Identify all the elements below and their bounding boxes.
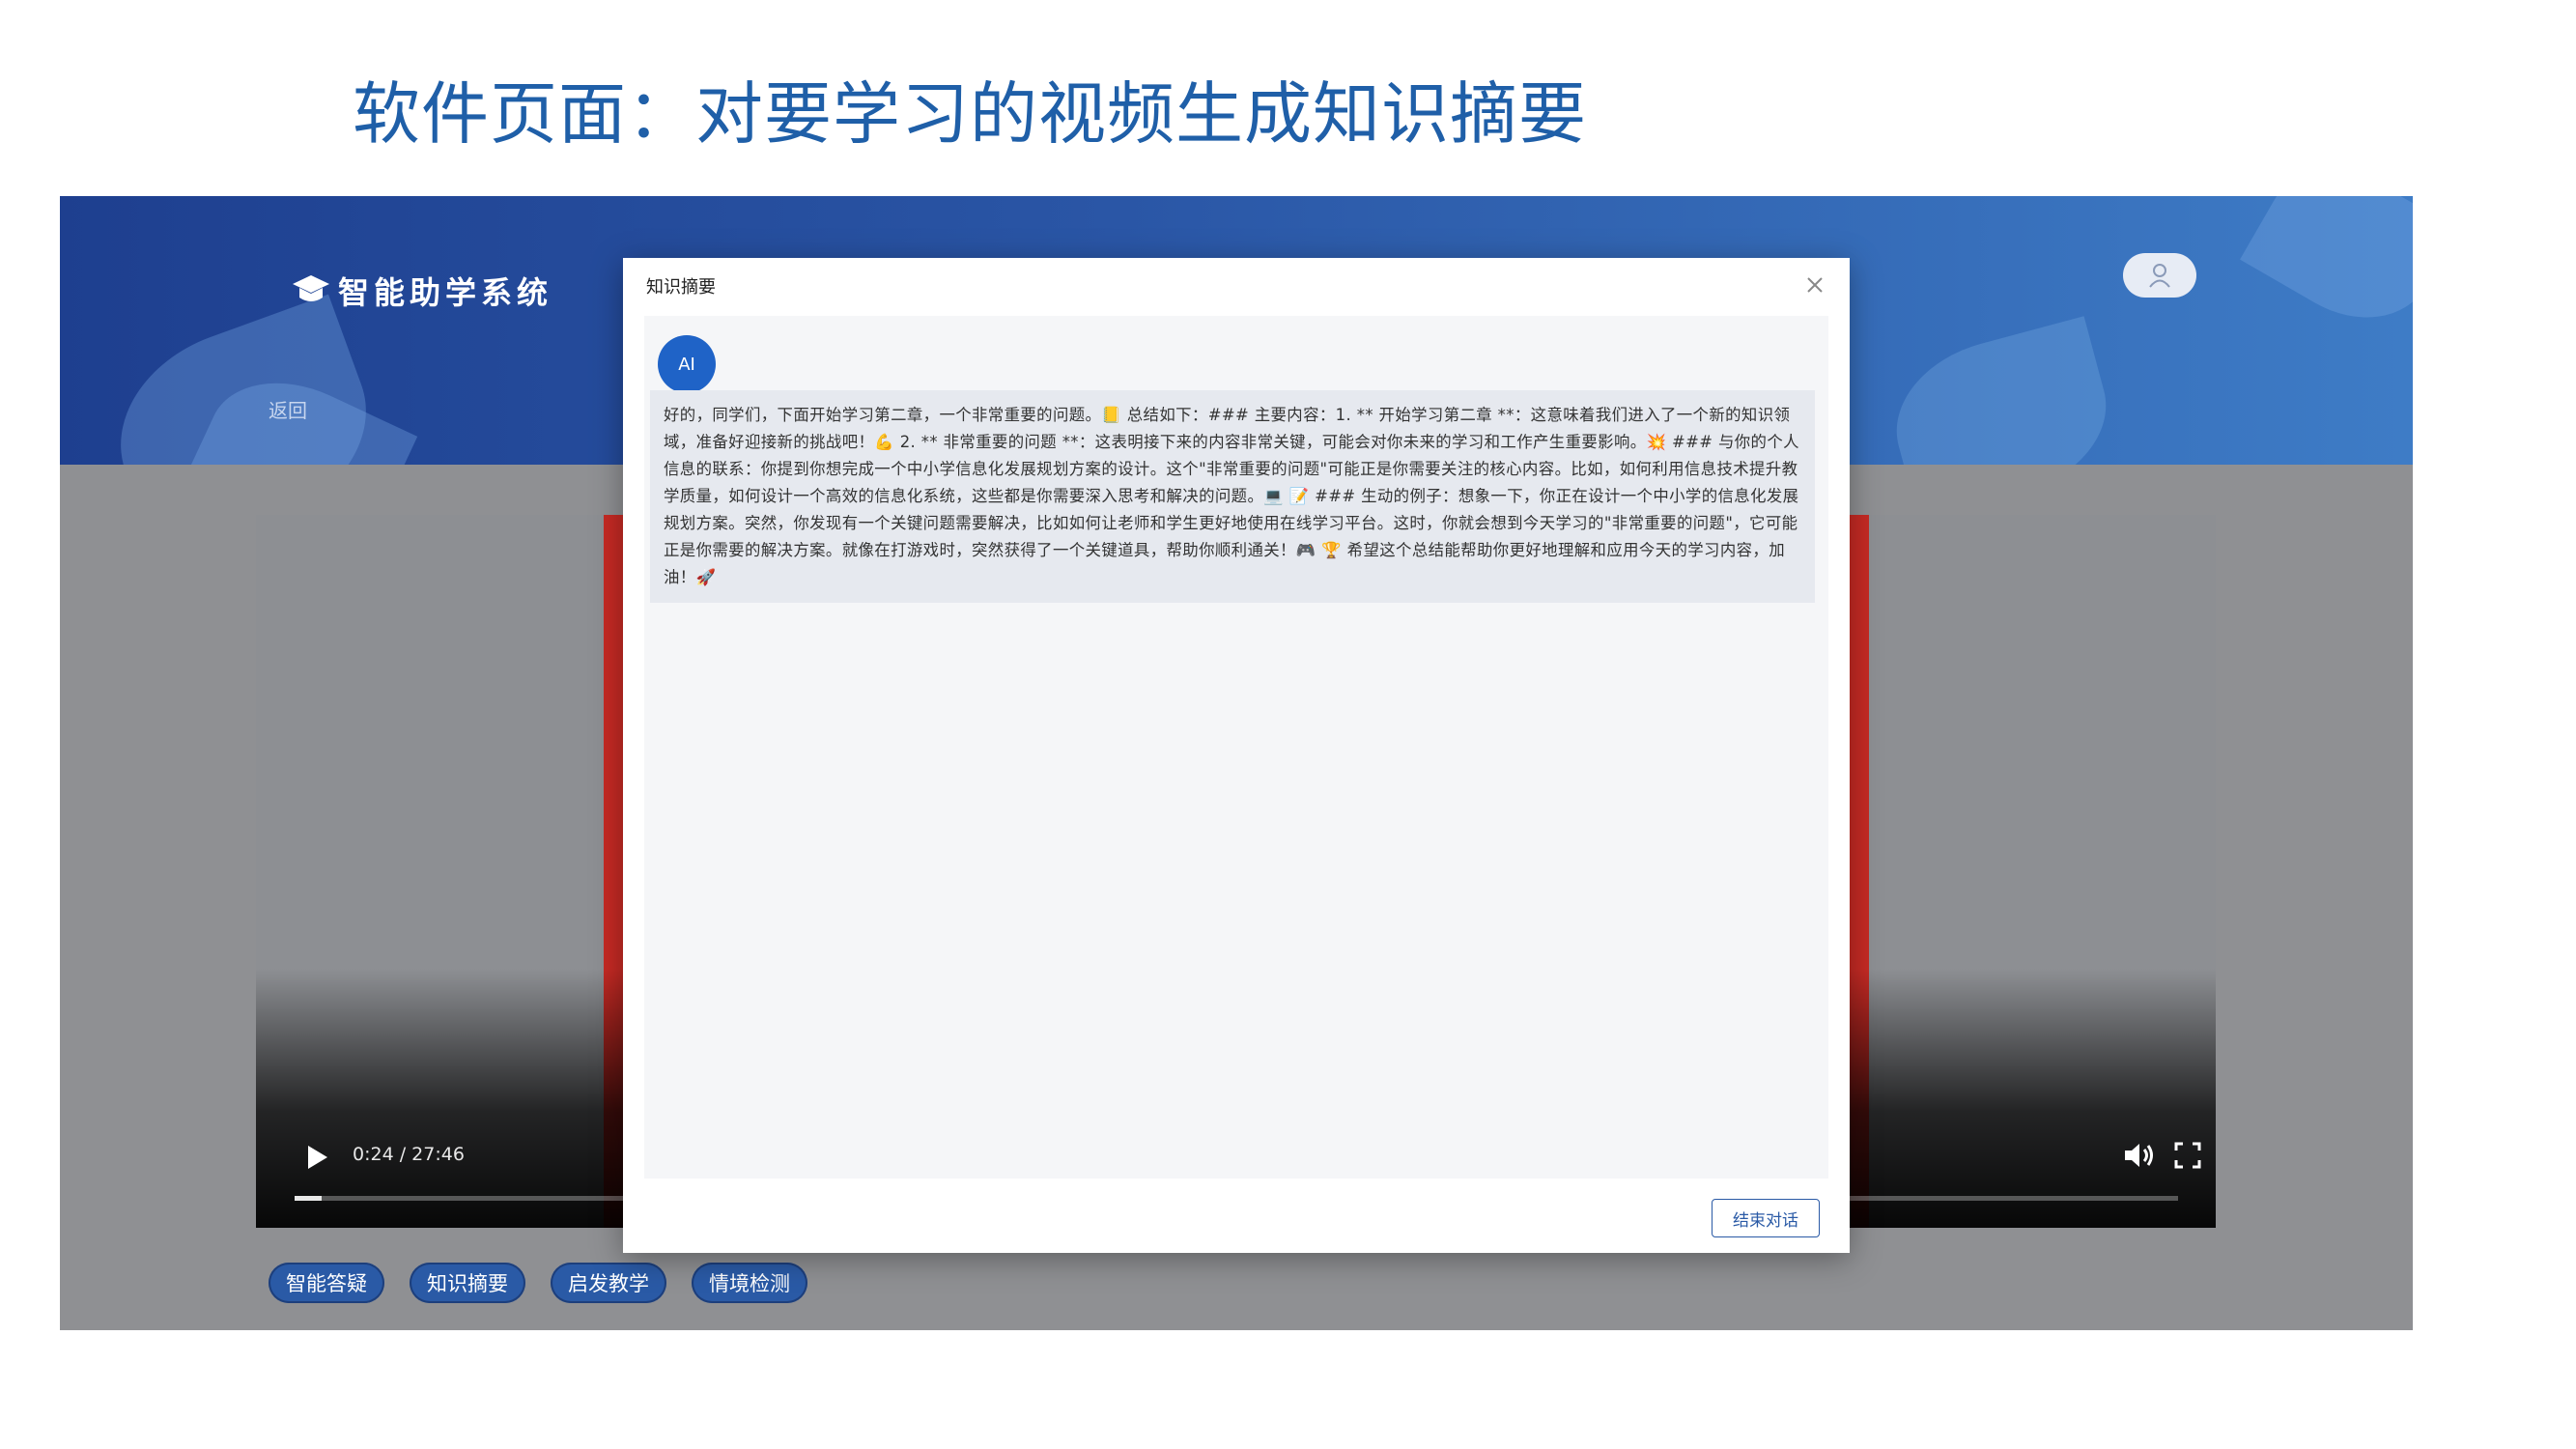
knowledge-summary-dialog: 知识摘要 AI 好的，同学们，下面开始学习第二章，一个非常重要的问题。📒 总结如… bbox=[623, 258, 1850, 1253]
back-link[interactable]: 返回 bbox=[269, 395, 307, 423]
volume-icon[interactable] bbox=[2122, 1139, 2157, 1172]
user-button[interactable] bbox=[2123, 253, 2196, 298]
knowledge-summary-button[interactable]: 知识摘要 bbox=[410, 1263, 525, 1303]
decorative-leaf bbox=[2240, 196, 2413, 347]
app-logo: 智能助学系统 bbox=[292, 269, 552, 313]
fullscreen-icon[interactable] bbox=[2173, 1141, 2202, 1170]
ai-avatar: AI bbox=[658, 335, 716, 393]
play-icon[interactable] bbox=[304, 1143, 331, 1172]
close-icon[interactable] bbox=[1801, 271, 1828, 298]
app-name: 智能助学系统 bbox=[338, 274, 553, 311]
dialog-header: 知识摘要 bbox=[623, 258, 1850, 312]
feature-toolbar: 智能答疑 知识摘要 启发教学 情境检测 bbox=[269, 1263, 807, 1303]
ai-message: 好的，同学们，下面开始学习第二章，一个非常重要的问题。📒 总结如下：### 主要… bbox=[650, 390, 1815, 603]
user-icon bbox=[2149, 264, 2170, 288]
slide-title: 软件页面：对要学习的视频生成知识摘要 bbox=[353, 74, 1587, 154]
smart-qa-button[interactable]: 智能答疑 bbox=[269, 1263, 384, 1303]
dialog-title: 知识摘要 bbox=[646, 277, 716, 298]
video-time: 0:24 / 27:46 bbox=[353, 1144, 465, 1165]
chat-area: AI 好的，同学们，下面开始学习第二章，一个非常重要的问题。📒 总结如下：###… bbox=[644, 316, 1828, 1179]
video-progress-fill bbox=[295, 1196, 323, 1201]
end-conversation-button[interactable]: 结束对话 bbox=[1712, 1199, 1820, 1237]
inspired-teaching-button[interactable]: 启发教学 bbox=[551, 1263, 666, 1303]
graduation-cap-icon bbox=[293, 275, 329, 301]
decorative-leaf bbox=[1879, 316, 2124, 465]
scenario-test-button[interactable]: 情境检测 bbox=[692, 1263, 807, 1303]
